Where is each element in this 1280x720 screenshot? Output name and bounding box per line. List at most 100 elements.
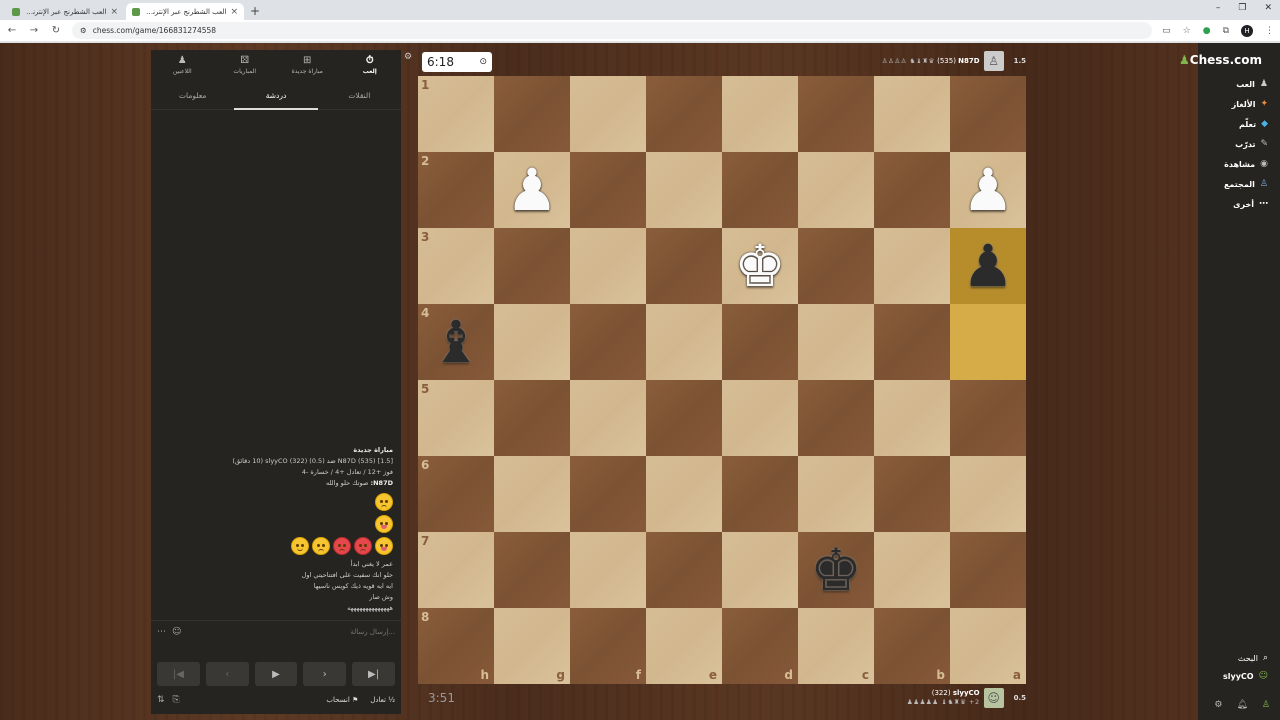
bookmark-star-icon[interactable]: ☆ — [1183, 26, 1191, 36]
square-h3[interactable]: 3 — [418, 228, 494, 304]
previous-move-button[interactable]: ‹ — [205, 662, 249, 686]
square-d2[interactable] — [722, 152, 798, 228]
square-b7[interactable] — [874, 532, 950, 608]
square-a3[interactable]: ♟ — [950, 228, 1026, 304]
square-h7[interactable]: 7 — [418, 532, 494, 608]
close-tab-icon[interactable]: × — [110, 7, 118, 17]
square-b1[interactable] — [874, 76, 950, 152]
reload-icon[interactable]: ↻ — [50, 25, 62, 36]
player-avatar[interactable]: ♙ — [983, 51, 1004, 71]
square-a6[interactable] — [950, 456, 1026, 532]
square-a7[interactable] — [950, 532, 1026, 608]
square-g4[interactable] — [494, 304, 570, 380]
new-tab-button[interactable]: + — [250, 2, 260, 20]
last-move-button[interactable]: ▶| — [352, 662, 395, 686]
square-b4[interactable] — [874, 304, 950, 380]
player-avatar[interactable]: ☺ — [983, 688, 1004, 708]
square-d6[interactable] — [722, 456, 798, 532]
cast-icon[interactable]: ▭ — [1162, 26, 1171, 36]
square-f5[interactable] — [570, 380, 646, 456]
resign-button[interactable]: ⚑ انسحاب — [326, 696, 358, 704]
chess-com-logo[interactable]: ♟Chess.com — [1179, 53, 1262, 67]
square-h1[interactable]: 1 — [418, 76, 494, 152]
menu-dots-icon[interactable]: ⋮ — [1265, 26, 1274, 36]
player-name[interactable]: slyyCO — [953, 689, 980, 697]
square-c6[interactable] — [798, 456, 874, 532]
bell-icon[interactable]: 🔔︎ — [1236, 700, 1247, 710]
site-info-icon[interactable]: ⚙ — [80, 26, 87, 35]
minimize-icon[interactable]: – — [1216, 3, 1221, 13]
square-a2[interactable]: ♟ — [950, 152, 1026, 228]
back-icon[interactable]: ← — [6, 25, 18, 36]
nav-user[interactable]: ☺ slyyCO — [1223, 671, 1268, 681]
square-c1[interactable] — [798, 76, 874, 152]
white-pawn-piece[interactable]: ♟ — [962, 161, 1014, 219]
share-icon[interactable]: ⎘ — [173, 695, 180, 705]
more-dots-icon[interactable]: ⋯ — [157, 627, 166, 637]
black-bishop-piece[interactable]: ♝ — [430, 313, 482, 371]
square-b6[interactable] — [874, 456, 950, 532]
tab-info[interactable]: معلومات — [151, 84, 234, 110]
profile-avatar[interactable]: H — [1241, 24, 1253, 37]
nav-players[interactable]: ♟ اللاعبين — [151, 55, 214, 75]
nav-item-puzzles[interactable]: ✦ الألغاز — [1232, 99, 1268, 109]
black-pawn-piece[interactable]: ♟ — [962, 237, 1014, 295]
forward-icon[interactable]: → — [28, 25, 40, 36]
square-d1[interactable] — [722, 76, 798, 152]
square-c3[interactable] — [798, 228, 874, 304]
tab-moves[interactable]: النقلات — [318, 84, 401, 110]
square-a5[interactable] — [950, 380, 1026, 456]
square-b2[interactable] — [874, 152, 950, 228]
close-window-icon[interactable]: ✕ — [1264, 3, 1272, 13]
square-h2[interactable]: 2 — [418, 152, 494, 228]
square-g7[interactable] — [494, 532, 570, 608]
square-e1[interactable] — [646, 76, 722, 152]
square-d7[interactable] — [722, 532, 798, 608]
player-name[interactable]: N87D — [958, 57, 979, 65]
square-f4[interactable] — [570, 304, 646, 380]
square-b5[interactable] — [874, 380, 950, 456]
square-g6[interactable] — [494, 456, 570, 532]
chat-message-input[interactable]: إرسال رسالة... — [350, 628, 395, 636]
square-g2[interactable]: ♟ — [494, 152, 570, 228]
square-c7[interactable]: ♚ — [798, 532, 874, 608]
nav-item-train[interactable]: ✎ تدرّب — [1235, 139, 1268, 149]
nav-item-community[interactable]: ♙ المجتمع — [1224, 179, 1268, 189]
black-king-piece[interactable]: ♚ — [810, 541, 862, 599]
square-e3[interactable] — [646, 228, 722, 304]
extensions-icon[interactable]: ⧉ — [1223, 26, 1229, 36]
browser-tab[interactable]: العب الشطرنج عبر الإنترنت مجانًا × — [6, 3, 124, 20]
white-king-piece[interactable]: ♚ — [734, 237, 786, 295]
browser-tab-active[interactable]: العب الشطرنج عبر الإنترنت مجانًا × — [126, 3, 244, 20]
nav-item-more[interactable]: ⋯ أخرى — [1233, 199, 1268, 209]
square-e6[interactable] — [646, 456, 722, 532]
square-f6[interactable] — [570, 456, 646, 532]
square-e5[interactable] — [646, 380, 722, 456]
square-d4[interactable] — [722, 304, 798, 380]
nav-item-watch[interactable]: ◉ مشاهدة — [1224, 159, 1268, 169]
square-e7[interactable] — [646, 532, 722, 608]
square-f1[interactable] — [570, 76, 646, 152]
square-a8[interactable]: a — [950, 608, 1026, 684]
square-f2[interactable] — [570, 152, 646, 228]
settings-gear-icon[interactable]: ⚙ — [1214, 700, 1222, 710]
square-h4[interactable]: 4 ♝ — [418, 304, 494, 380]
square-e8[interactable]: e — [646, 608, 722, 684]
flip-board-icon[interactable]: ⇅ — [157, 695, 165, 705]
square-a4[interactable] — [950, 304, 1026, 380]
square-c4[interactable] — [798, 304, 874, 380]
first-move-button[interactable]: |◀ — [157, 662, 200, 686]
square-g1[interactable] — [494, 76, 570, 152]
square-d5[interactable] — [722, 380, 798, 456]
nav-new-game[interactable]: ⊞ مباراة جديدة — [276, 55, 339, 75]
square-e4[interactable] — [646, 304, 722, 380]
square-g8[interactable]: g — [494, 608, 570, 684]
square-f8[interactable]: f — [570, 608, 646, 684]
square-f7[interactable] — [570, 532, 646, 608]
square-b3[interactable] — [874, 228, 950, 304]
chess-board[interactable]: 1 2 ♟ ♟ 3 ♚ ♟ 4 ♝ 5 6 7 ♚ 8 h g f e d c b a — [418, 76, 1026, 684]
emoji-picker-icon[interactable]: ☺ — [172, 627, 181, 637]
square-a1[interactable] — [950, 76, 1026, 152]
nav-item-play[interactable]: ♟ العب — [1236, 79, 1268, 89]
square-d8[interactable]: d — [722, 608, 798, 684]
